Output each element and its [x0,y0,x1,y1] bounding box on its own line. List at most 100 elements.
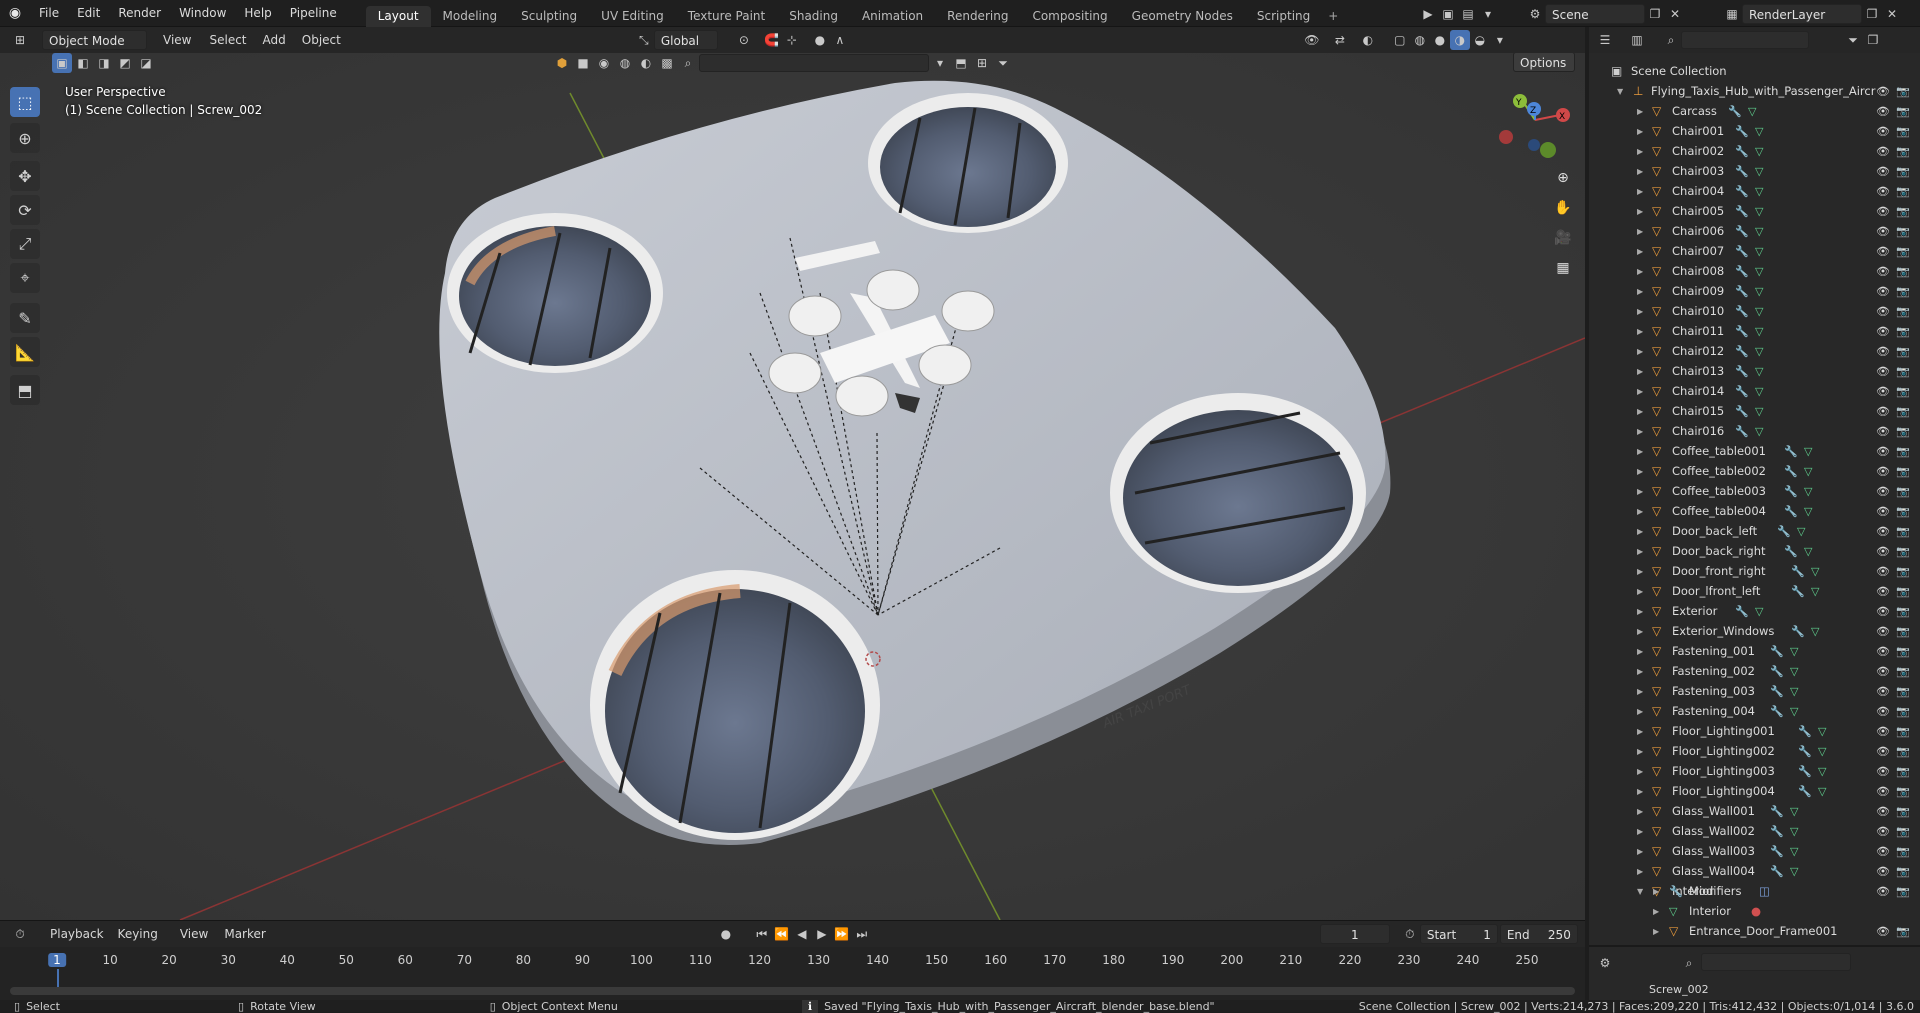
select-extend-icon[interactable]: ◧ [73,53,93,73]
record-icon[interactable]: ● [716,924,736,944]
expand-icon[interactable]: ▶ [1637,847,1643,856]
proportional-edit-icon[interactable]: ● [810,30,830,50]
wrench-icon[interactable]: 🔧 [1770,805,1784,818]
outliner-item[interactable]: ▶ ▽ Coffee_table001 🔧 ▽ 👁 📷 [1589,441,1920,461]
outliner-item[interactable]: ▶ ▽ Glass_Wall003 🔧 ▽ 👁 📷 [1589,841,1920,861]
eye-icon[interactable]: 👁 [1876,925,1890,938]
new-layer-icon[interactable]: ❐ [1862,4,1882,24]
new-scene-icon[interactable]: ❐ [1645,4,1665,24]
material-filter-icon[interactable]: ◉ [594,53,614,73]
camera-render-icon[interactable]: 📷 [1896,485,1910,498]
visibility-icon[interactable]: 👁 [1302,30,1322,50]
outliner-item[interactable]: ▶ ▽ Door_front_right 🔧 ▽ 👁 📷 [1589,561,1920,581]
snap-target-icon[interactable]: ⊹ [782,30,802,50]
camera-render-icon[interactable]: 📷 [1896,465,1910,478]
editor-type-icon[interactable]: ⊞ [10,30,30,50]
wrench-icon[interactable]: 🔧 [1735,405,1749,418]
eye-icon[interactable]: 👁 [1876,205,1890,218]
camera-render-icon[interactable]: 📷 [1896,365,1910,378]
outliner-item[interactable]: ▶ ▽ Chair015 🔧 ▽ 👁 📷 [1589,401,1920,421]
outliner-item[interactable]: ▶ ▽ Floor_Lighting002 🔧 ▽ 👁 📷 [1589,741,1920,761]
properties-search-input[interactable] [1701,953,1851,971]
expand-icon[interactable]: ▶ [1637,367,1643,376]
mesh-icon[interactable]: ▽ [1748,105,1756,118]
filter-icon[interactable]: ⏷ [1843,30,1863,50]
wrench-icon[interactable]: 🔧 [1735,325,1749,338]
menu-file[interactable]: File [30,0,68,27]
eye-icon[interactable]: 👁 [1876,765,1890,778]
outliner-item[interactable]: ▶ ▽ Glass_Wall004 🔧 ▽ 👁 📷 [1589,861,1920,881]
eye-icon[interactable]: 👁 [1876,165,1890,178]
xray-icon[interactable]: ▢ [1390,30,1410,50]
mesh-icon[interactable]: ▽ [1790,845,1798,858]
texture-filter-icon[interactable]: ◍ [615,53,635,73]
wrench-icon[interactable]: 🔧 [1798,785,1812,798]
eye-icon[interactable]: 👁 [1876,365,1890,378]
eye-icon[interactable]: 👁 [1876,145,1890,158]
viewport-search-icon[interactable]: ⌕ [678,53,698,73]
mesh-icon[interactable]: ▽ [1790,865,1798,878]
outliner-item[interactable]: ▶ ▽ Chair011 🔧 ▽ 👁 📷 [1589,321,1920,341]
overlay-icon[interactable]: ◐ [1358,30,1378,50]
outliner-item[interactable]: ▶ ▽ Fastening_001 🔧 ▽ 👁 📷 [1589,641,1920,661]
render-image-icon[interactable]: ▣ [1438,4,1458,24]
camera-render-icon[interactable]: 📷 [1896,865,1910,878]
camera-render-icon[interactable]: 📷 [1896,625,1910,638]
eye-icon[interactable]: 👁 [1876,665,1890,678]
wrench-icon[interactable]: 🔧 [1735,165,1749,178]
mesh-icon[interactable]: ▽ [1755,365,1763,378]
outliner-item[interactable]: ▶ ▽ Chair003 🔧 ▽ 👁 📷 [1589,161,1920,181]
camera-render-icon[interactable]: 📷 [1896,345,1910,358]
select-new-icon[interactable]: ▣ [52,53,72,73]
mesh-icon[interactable]: ▽ [1755,285,1763,298]
eye-icon[interactable]: 👁 [1876,405,1890,418]
camera-render-icon[interactable]: 📷 [1896,805,1910,818]
wrench-icon[interactable]: 🔧 [1735,145,1749,158]
expand-icon[interactable]: ▶ [1637,247,1643,256]
transform-orientation-icon[interactable]: ⤡ [634,30,654,50]
camera-render-icon[interactable]: 📷 [1896,145,1910,158]
properties-search-icon[interactable]: ⌕ [1679,953,1699,973]
outliner-item[interactable]: ▶ ▽ Exterior 🔧 ▽ 👁 📷 [1589,601,1920,621]
expand-icon[interactable]: ▶ [1637,467,1643,476]
eye-icon[interactable]: 👁 [1876,85,1890,98]
menu-window[interactable]: Window [170,0,235,27]
camera-render-icon[interactable]: 📷 [1896,325,1910,338]
outliner-item[interactable]: ▶ ▽ Door_back_left 🔧 ▽ 👁 📷 [1589,521,1920,541]
outliner-item[interactable]: ▶ ▽ Chair004 🔧 ▽ 👁 📷 [1589,181,1920,201]
mesh-icon[interactable]: ▽ [1755,605,1763,618]
clock-icon[interactable]: ⏱ [1400,924,1420,944]
eye-icon[interactable]: 👁 [1876,125,1890,138]
outliner-item[interactable]: ▶ ▽ Door_lfront_left 🔧 ▽ 👁 📷 [1589,581,1920,601]
expand-icon[interactable]: ▶ [1637,807,1643,816]
camera-render-icon[interactable]: 📷 [1896,825,1910,838]
mesh-icon[interactable]: ▽ [1818,765,1826,778]
outliner-item[interactable]: ▶ ▽ Carcass 🔧 ▽ 👁 📷 [1589,101,1920,121]
expand-icon[interactable]: ▶ [1637,227,1643,236]
delete-scene-icon[interactable]: ✕ [1665,4,1685,24]
eye-icon[interactable]: 👁 [1876,685,1890,698]
outliner-search-input[interactable] [1681,31,1809,49]
jump-end-icon[interactable]: ⏭ [852,924,872,944]
expand-icon[interactable]: ▶ [1653,887,1659,896]
eye-icon[interactable]: 👁 [1876,605,1890,618]
render-engine-icon[interactable]: ⬢ [552,53,572,73]
mesh-icon[interactable]: ▽ [1790,705,1798,718]
wrench-icon[interactable]: 🔧 [1784,445,1798,458]
next-key-icon[interactable]: ⏩ [832,924,852,944]
end-frame-field[interactable]: End 250 [1499,924,1578,944]
wrench-icon[interactable]: 🔧 [1791,565,1805,578]
eye-icon[interactable]: 👁 [1876,865,1890,878]
eye-icon[interactable]: 👁 [1876,465,1890,478]
eye-icon[interactable]: 👁 [1876,525,1890,538]
wrench-icon[interactable]: 🔧 [1770,825,1784,838]
eye-icon[interactable]: 👁 [1876,565,1890,578]
mesh-icon[interactable]: ▽ [1755,185,1763,198]
tab-modeling[interactable]: Modeling [431,6,510,27]
timeline-editor-icon[interactable]: ⏱ [10,924,30,944]
camera-render-icon[interactable]: 📷 [1896,525,1910,538]
eye-icon[interactable]: 👁 [1876,305,1890,318]
expand-icon[interactable]: ▶ [1637,347,1643,356]
camera-render-icon[interactable]: 📷 [1896,425,1910,438]
tab-scripting[interactable]: Scripting [1245,6,1322,27]
